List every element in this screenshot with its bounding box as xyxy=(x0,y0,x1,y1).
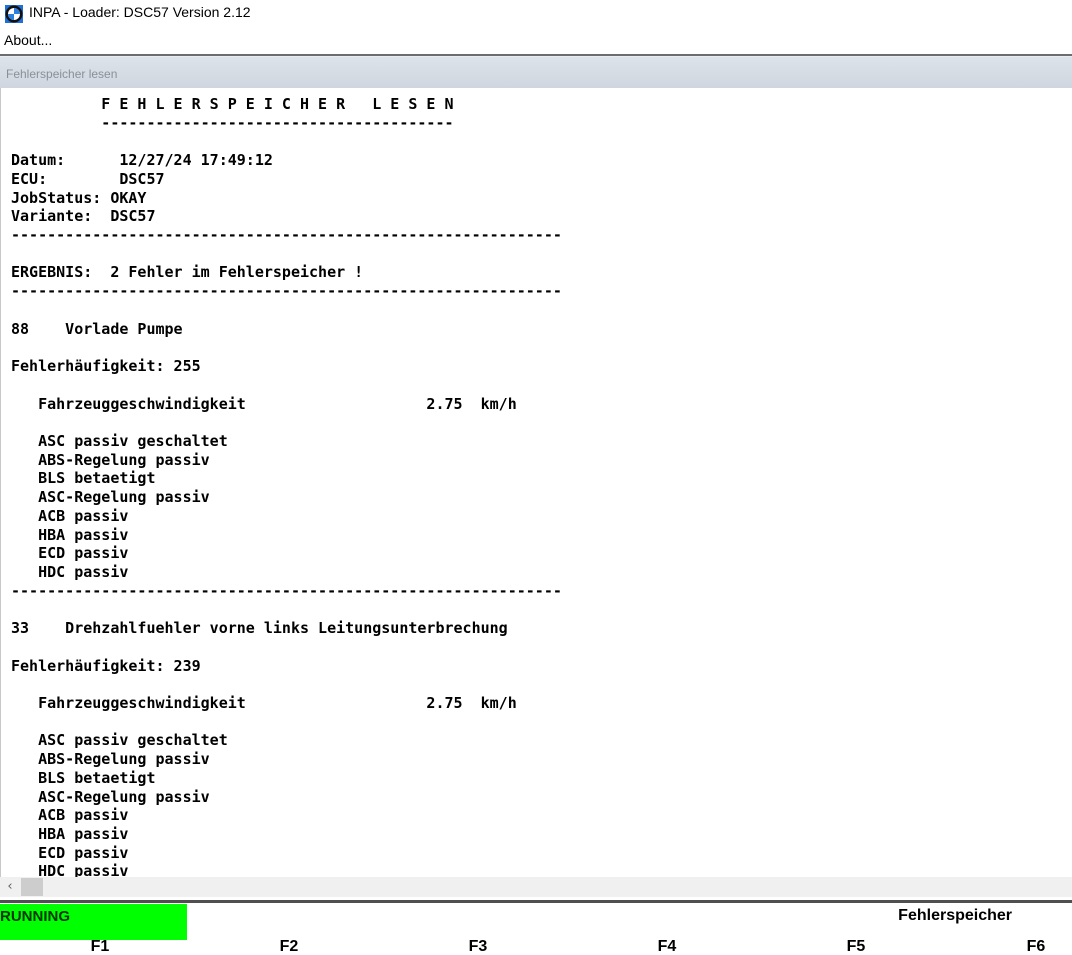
f4-key[interactable]: F4 xyxy=(637,938,697,955)
scroll-thumb[interactable] xyxy=(21,878,43,896)
section-label: Fehlerspeicher xyxy=(898,907,1012,924)
title-bar: INPA - Loader: DSC57 Version 2.12 xyxy=(0,0,1072,27)
fault-report-text: F E H L E R S P E I C H E R L E S E N --… xyxy=(11,95,562,877)
running-indicator: RUNNING xyxy=(0,904,187,940)
horizontal-scrollbar[interactable]: ‹ xyxy=(0,877,1072,897)
scroll-left-arrow-icon[interactable]: ‹ xyxy=(0,877,20,897)
about-menu-item[interactable]: About... xyxy=(4,32,52,48)
f1-key[interactable]: F1 xyxy=(70,938,130,955)
status-bar: RUNNING Fehlerspeicher xyxy=(0,900,1072,955)
f5-key[interactable]: F5 xyxy=(826,938,886,955)
f6-key[interactable]: F6 xyxy=(1006,938,1066,955)
menu-bar: About... xyxy=(0,28,1072,52)
subwindow-title: Fehlerspeicher lesen xyxy=(6,67,118,81)
inpa-window: INPA - Loader: DSC57 Version 2.12 About.… xyxy=(0,0,1072,955)
report-view[interactable]: F E H L E R S P E I C H E R L E S E N --… xyxy=(0,88,1072,877)
running-status-text: RUNNING xyxy=(0,908,70,925)
f3-key[interactable]: F3 xyxy=(448,938,508,955)
window-title: INPA - Loader: DSC57 Version 2.12 xyxy=(29,4,251,20)
subwindow-title-bar: Fehlerspeicher lesen xyxy=(0,56,1072,88)
f2-key[interactable]: F2 xyxy=(259,938,319,955)
bmw-roundel-icon xyxy=(5,5,23,23)
